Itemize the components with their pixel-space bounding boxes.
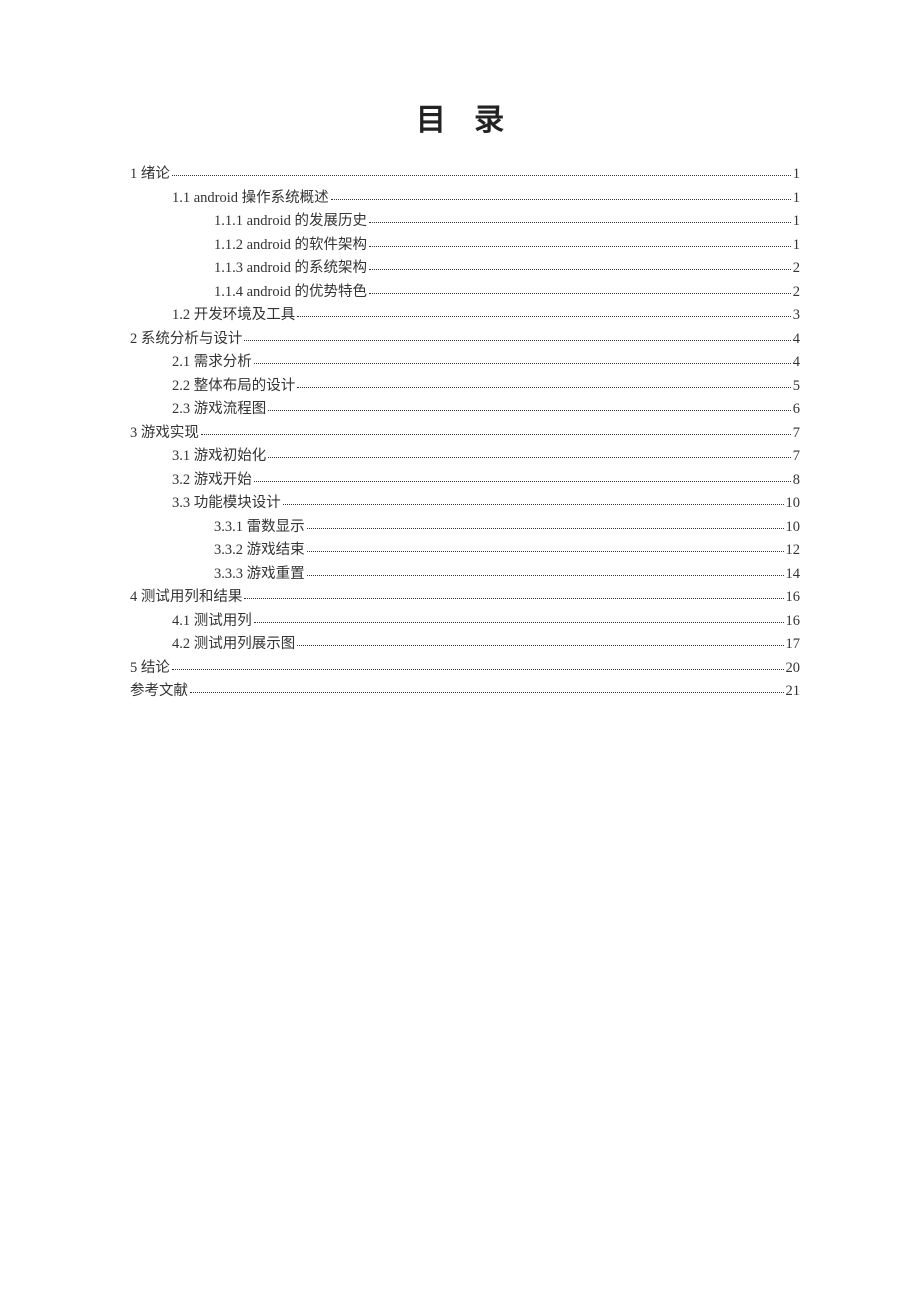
toc-entry-page: 1 xyxy=(793,191,800,206)
toc-entry-label: 3.3.2 游戏结束 xyxy=(214,543,305,558)
toc-entry-label: 4.2 测试用列展示图 xyxy=(172,637,295,652)
toc-leader-dots xyxy=(268,457,791,458)
toc-entry-label: 1.1 android 操作系统概述 xyxy=(172,191,329,206)
toc-entry: 1.2 开发环境及工具 3 xyxy=(130,308,800,323)
toc-entry: 1.1.2 android 的软件架构 1 xyxy=(130,238,800,253)
toc-entry-label: 1.1.3 android 的系统架构 xyxy=(214,261,367,276)
toc-leader-dots xyxy=(172,175,791,176)
toc-entry-label: 1.1.4 android 的优势特色 xyxy=(214,285,367,300)
toc-entry-label: 3.3.1 雷数显示 xyxy=(214,520,305,535)
toc-entry: 2.3 游戏流程图 6 xyxy=(130,402,800,417)
toc-leader-dots xyxy=(201,434,791,435)
toc-entry-label: 2.2 整体布局的设计 xyxy=(172,379,295,394)
toc-entry-page: 10 xyxy=(786,520,801,535)
toc-entry-label: 3.3 功能模块设计 xyxy=(172,496,281,511)
toc-entry: 5 结论 20 xyxy=(130,661,800,676)
toc-leader-dots xyxy=(297,316,791,317)
toc-entry: 2.2 整体布局的设计 5 xyxy=(130,379,800,394)
toc-leader-dots xyxy=(331,199,791,200)
toc-entry: 4.1 测试用列 16 xyxy=(130,614,800,629)
toc-entry-label: 参考文献 xyxy=(130,684,188,699)
toc-entry-page: 1 xyxy=(793,214,800,229)
toc-leader-dots xyxy=(369,293,791,294)
toc-entry-page: 17 xyxy=(786,637,801,652)
toc-entry-label: 4.1 测试用列 xyxy=(172,614,252,629)
toc-entry: 3.2 游戏开始 8 xyxy=(130,473,800,488)
toc-leader-dots xyxy=(297,387,791,388)
toc-entry-label: 2.3 游戏流程图 xyxy=(172,402,266,417)
toc-leader-dots xyxy=(254,363,791,364)
toc-entry-label: 4 测试用列和结果 xyxy=(130,590,242,605)
toc-entry: 3.1 游戏初始化 7 xyxy=(130,449,800,464)
toc-leader-dots xyxy=(268,410,791,411)
toc-entry: 1.1.4 android 的优势特色 2 xyxy=(130,285,800,300)
toc-entry: 1 绪论 1 xyxy=(130,167,800,182)
toc-entry-page: 7 xyxy=(793,426,800,441)
toc-leader-dots xyxy=(244,598,783,599)
toc-entry: 1.1.1 android 的发展历史 1 xyxy=(130,214,800,229)
toc-title: 目 录 xyxy=(130,95,800,139)
toc-entry: 2.1 需求分析 4 xyxy=(130,355,800,370)
toc-entry-page: 14 xyxy=(786,567,801,582)
toc-entry-page: 1 xyxy=(793,167,800,182)
toc-entry-label: 1 绪论 xyxy=(130,167,170,182)
toc-entry-page: 7 xyxy=(793,449,800,464)
toc-leader-dots xyxy=(254,481,791,482)
toc-leader-dots xyxy=(307,575,784,576)
toc-entry-page: 8 xyxy=(793,473,800,488)
toc-entry-page: 12 xyxy=(786,543,801,558)
toc-entry-page: 16 xyxy=(786,590,801,605)
toc-entry-label: 5 结论 xyxy=(130,661,170,676)
toc-leader-dots xyxy=(307,551,784,552)
toc-entry-label: 1.2 开发环境及工具 xyxy=(172,308,295,323)
toc-entry-label: 1.1.1 android 的发展历史 xyxy=(214,214,367,229)
toc-leader-dots xyxy=(369,269,791,270)
toc-entry-label: 1.1.2 android 的软件架构 xyxy=(214,238,367,253)
toc-entry-page: 20 xyxy=(786,661,801,676)
toc-entry-label: 3.3.3 游戏重置 xyxy=(214,567,305,582)
toc-entry: 4 测试用列和结果 16 xyxy=(130,590,800,605)
toc-entry-label: 3 游戏实现 xyxy=(130,426,199,441)
toc-entry-page: 16 xyxy=(786,614,801,629)
toc-entry-page: 4 xyxy=(793,332,800,347)
toc-entry-label: 3.2 游戏开始 xyxy=(172,473,252,488)
toc-entry-page: 1 xyxy=(793,238,800,253)
toc-entry: 1.1.3 android 的系统架构 2 xyxy=(130,261,800,276)
toc-entry-page: 2 xyxy=(793,285,800,300)
toc-leader-dots xyxy=(283,504,784,505)
toc-entry: 3.3.2 游戏结束 12 xyxy=(130,543,800,558)
toc-entry-page: 10 xyxy=(786,496,801,511)
toc-leader-dots xyxy=(369,222,791,223)
toc-leader-dots xyxy=(297,645,783,646)
toc-leader-dots xyxy=(254,622,784,623)
toc-entry: 4.2 测试用列展示图 17 xyxy=(130,637,800,652)
toc-entry: 3 游戏实现 7 xyxy=(130,426,800,441)
toc-leader-dots xyxy=(307,528,784,529)
toc-entry-page: 5 xyxy=(793,379,800,394)
table-of-contents: 1 绪论11.1 android 操作系统概述11.1.1 android 的发… xyxy=(130,167,800,699)
toc-leader-dots xyxy=(172,669,784,670)
toc-leader-dots xyxy=(190,692,784,693)
toc-entry-page: 2 xyxy=(793,261,800,276)
toc-entry: 2 系统分析与设计 4 xyxy=(130,332,800,347)
toc-entry: 3.3 功能模块设计 10 xyxy=(130,496,800,511)
toc-entry-page: 21 xyxy=(786,684,801,699)
toc-entry: 参考文献 21 xyxy=(130,684,800,699)
toc-entry-label: 2.1 需求分析 xyxy=(172,355,252,370)
toc-entry-page: 4 xyxy=(793,355,800,370)
toc-entry-label: 3.1 游戏初始化 xyxy=(172,449,266,464)
toc-entry: 1.1 android 操作系统概述 1 xyxy=(130,191,800,206)
toc-leader-dots xyxy=(369,246,791,247)
toc-entry-page: 6 xyxy=(793,402,800,417)
toc-leader-dots xyxy=(244,340,790,341)
toc-entry-label: 2 系统分析与设计 xyxy=(130,332,242,347)
toc-entry: 3.3.1 雷数显示 10 xyxy=(130,520,800,535)
toc-entry: 3.3.3 游戏重置 14 xyxy=(130,567,800,582)
toc-entry-page: 3 xyxy=(793,308,800,323)
